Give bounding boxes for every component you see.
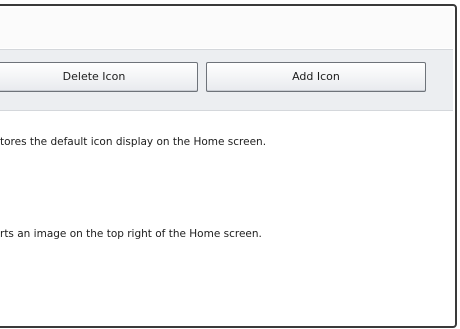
panel-header bbox=[0, 8, 453, 48]
settings-panel: Delete Icon Add Icon tores the default i… bbox=[0, 4, 457, 328]
insert-image-description: rts an image on the top right of the Hom… bbox=[0, 228, 262, 240]
delete-icon-button[interactable]: Delete Icon bbox=[0, 62, 198, 92]
add-icon-button[interactable]: Add Icon bbox=[206, 62, 426, 92]
icon-button-row: Delete Icon Add Icon bbox=[0, 49, 453, 111]
restore-default-description: tores the default icon display on the Ho… bbox=[0, 136, 267, 148]
